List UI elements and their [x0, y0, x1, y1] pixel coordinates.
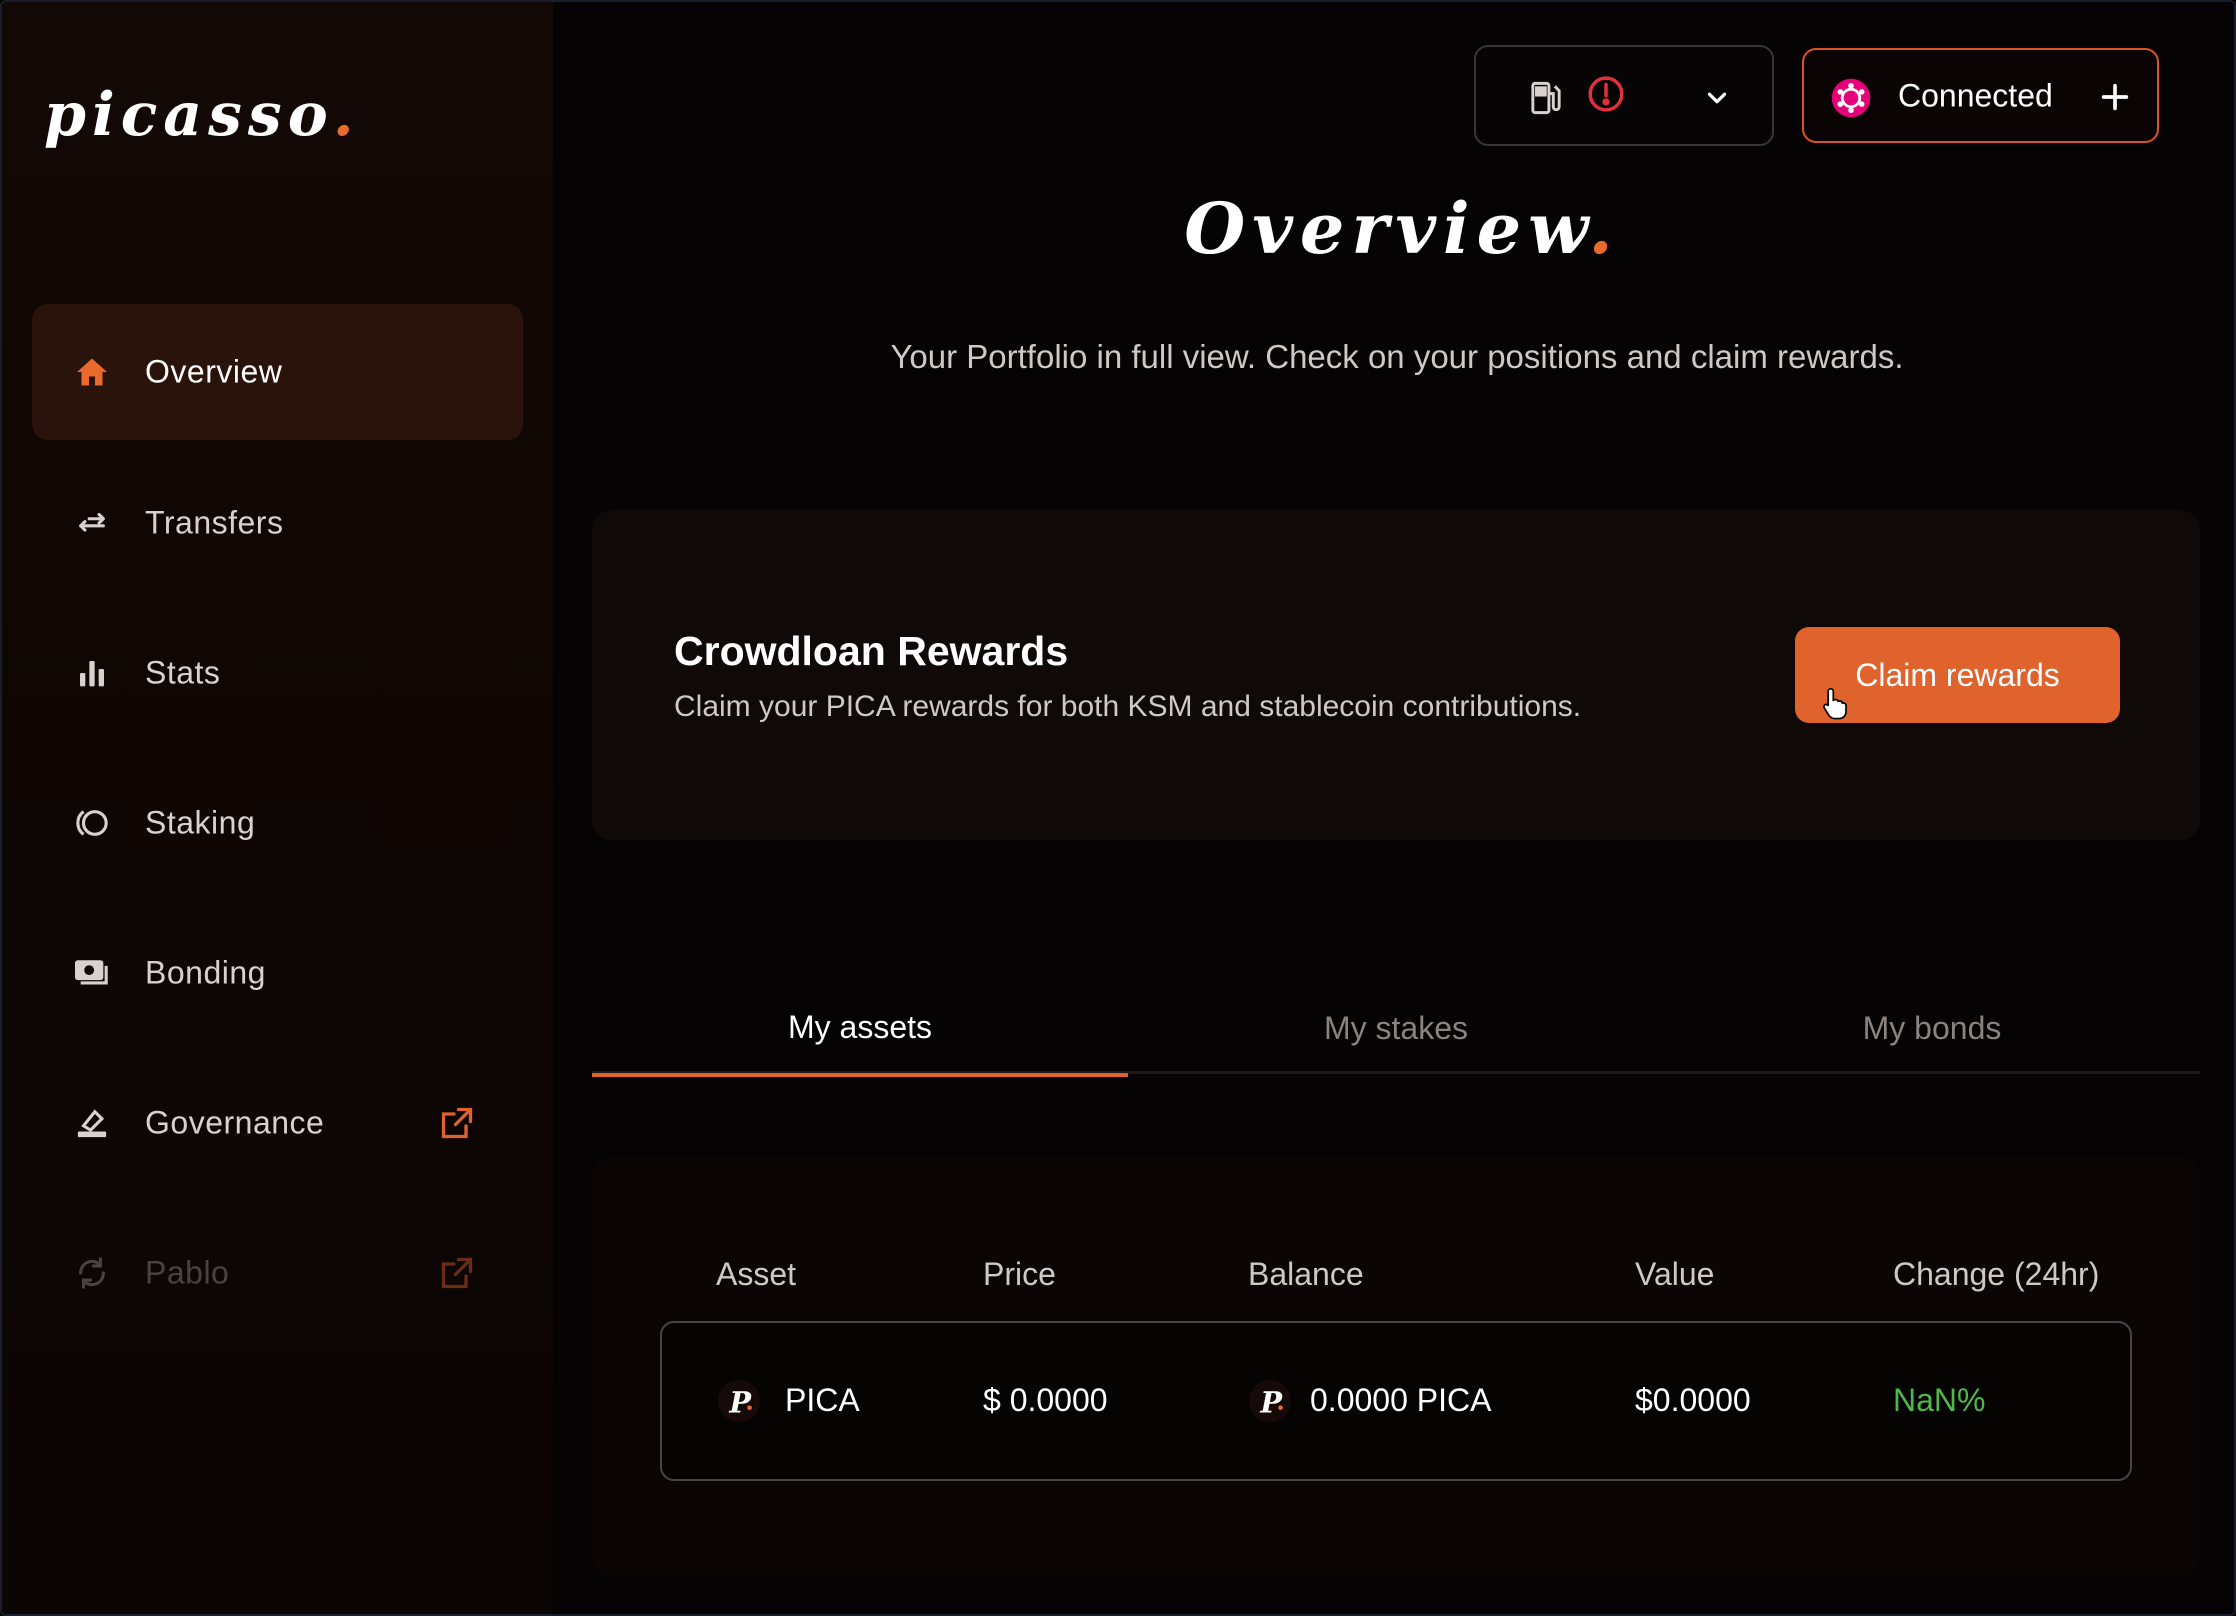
bonding-icon	[72, 953, 112, 993]
tab-my-assets[interactable]: My assets	[592, 982, 1128, 1077]
sidebar-item-label: Bonding	[145, 954, 266, 991]
governance-icon	[72, 1103, 112, 1143]
sidebar-item-label: Staking	[145, 804, 256, 841]
svg-text:P: P	[728, 1386, 752, 1420]
asset-balance: 0.0000 PICA	[1310, 1382, 1492, 1418]
page-title: Overview.	[1012, 187, 1792, 270]
page-title-dot: .	[1588, 187, 1620, 270]
wallet-connected-button[interactable]: Connected	[1802, 48, 2159, 143]
crowdloan-description: Claim your PICA rewards for both KSM and…	[674, 690, 1582, 723]
pica-token-icon: P	[1247, 1378, 1293, 1424]
column-header-change: Change (24hr)	[1893, 1256, 2100, 1292]
external-link-icon	[439, 1255, 475, 1291]
bar-chart-icon	[72, 653, 112, 693]
sidebar-item-label: Transfers	[145, 504, 284, 541]
external-link-icon	[439, 1105, 475, 1141]
plus-icon	[2098, 80, 2132, 114]
wallet-status-label: Connected	[1898, 77, 2053, 113]
sidebar-item-bonding[interactable]: Bonding	[32, 905, 523, 1041]
sidebar-item-label: Overview	[145, 353, 283, 390]
sidebar-item-transfers[interactable]: Transfers	[32, 455, 523, 591]
alert-circle-icon	[1587, 75, 1625, 113]
picasso-logo[interactable]: picasso.	[44, 80, 360, 150]
logo-text: picasso	[44, 80, 333, 150]
sidebar-item-governance[interactable]: Governance	[32, 1055, 523, 1191]
sidebar-item-stats[interactable]: Stats	[32, 605, 523, 741]
svg-text:P: P	[1259, 1386, 1283, 1420]
crowdloan-rewards-card: Crowdloan Rewards Claim your PICA reward…	[592, 510, 2200, 840]
sidebar-item-label: Stats	[145, 654, 221, 691]
sidebar-item-label: Governance	[145, 1104, 325, 1141]
logo-dot: .	[332, 80, 360, 150]
asset-name: PICA	[785, 1382, 860, 1418]
column-header-balance: Balance	[1248, 1256, 1364, 1292]
asset-price: $ 0.0000	[983, 1382, 1108, 1418]
app-window: picasso. Overview Transfers Stats Stakin…	[0, 0, 2236, 1616]
polkadot-icon	[1830, 77, 1872, 119]
network-fee-dropdown[interactable]	[1474, 45, 1774, 146]
chevron-down-icon	[1702, 83, 1732, 113]
sidebar-item-pablo[interactable]: Pablo	[32, 1205, 523, 1341]
sidebar-item-staking[interactable]: Staking	[32, 755, 523, 891]
column-header-price: Price	[983, 1256, 1056, 1292]
sidebar-item-label: Pablo	[145, 1254, 230, 1291]
home-icon	[72, 352, 112, 392]
asset-value: $0.0000	[1635, 1382, 1751, 1418]
staking-icon	[72, 803, 112, 843]
tab-my-bonds[interactable]: My bonds	[1664, 982, 2200, 1074]
sidebar-item-overview[interactable]: Overview	[32, 304, 523, 440]
tab-my-stakes[interactable]: My stakes	[1128, 982, 1664, 1074]
transfer-arrows-icon	[72, 503, 112, 543]
column-header-value: Value	[1635, 1256, 1715, 1292]
asset-change: NaN%	[1893, 1382, 1986, 1418]
hand-cursor-icon	[1820, 686, 1850, 720]
crowdloan-title: Crowdloan Rewards	[674, 628, 1069, 674]
page-title-text: Overview	[1184, 187, 1589, 270]
refresh-icon	[72, 1253, 112, 1293]
portfolio-tabs: My assets My stakes My bonds	[592, 982, 2200, 1077]
pica-token-icon: P	[716, 1378, 762, 1424]
sidebar: picasso. Overview Transfers Stats Stakin…	[2, 2, 553, 1614]
column-header-asset: Asset	[716, 1256, 797, 1292]
page-subtitle: Your Portfolio in full view. Check on yo…	[890, 338, 1904, 375]
gas-pump-icon	[1528, 79, 1564, 117]
